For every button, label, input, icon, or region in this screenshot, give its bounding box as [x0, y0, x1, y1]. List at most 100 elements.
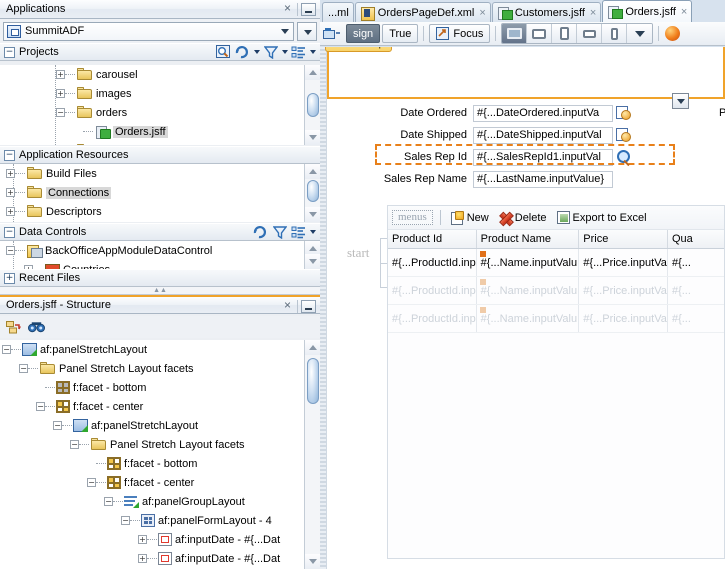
- structure-tree-row[interactable]: f:facet - bottom: [0, 454, 320, 473]
- table-cell[interactable]: #{...ProductId.inp...: [388, 305, 477, 332]
- form-field-input[interactable]: #{...LastName.inputValue}: [473, 171, 613, 188]
- table-row[interactable]: #{...ProductId.inp...#{...Name.inputValu…: [388, 305, 724, 333]
- tree-toggle[interactable]: +: [56, 89, 65, 98]
- minimize-icon[interactable]: [301, 3, 316, 16]
- panel-resize-handle[interactable]: ▲▲: [0, 287, 320, 295]
- device-tablet-portrait-icon[interactable]: [552, 24, 577, 43]
- structure-tree-row[interactable]: −af:panelGroupLayout: [0, 492, 320, 511]
- structure-tree-row[interactable]: +af:inputDate - #{...Dat: [0, 549, 320, 568]
- editor-tab[interactable]: Orders.jsff×: [602, 0, 692, 22]
- structure-tree-row[interactable]: −f:facet - center: [0, 473, 320, 492]
- tree-toggle[interactable]: −: [36, 402, 45, 411]
- tree-toggle[interactable]: −: [87, 478, 96, 487]
- facet-top-region[interactable]: [327, 47, 725, 99]
- refresh-icon[interactable]: [252, 225, 269, 240]
- table-body[interactable]: #{...ProductId.inp...#{...Name.inputValu…: [388, 249, 724, 333]
- app-resources-tree-row[interactable]: +Build Files: [0, 164, 320, 183]
- table-column-header[interactable]: Qua: [668, 230, 724, 248]
- table-cell[interactable]: #{...Name.inputValu: [477, 249, 580, 276]
- tree-toggle[interactable]: +: [138, 554, 147, 563]
- products-table[interactable]: menus New Delete Export to Excel: [387, 205, 725, 559]
- projects-scrollbar[interactable]: [304, 65, 320, 145]
- tree-toggle[interactable]: −: [19, 364, 28, 373]
- editor-tab[interactable]: OrdersPageDef.xml×: [355, 2, 491, 22]
- scroll-down-arrow[interactable]: [305, 130, 320, 145]
- tree-toggle[interactable]: −: [6, 246, 15, 255]
- editor-tab-strip[interactable]: ...mlOrdersPageDef.xml×Customers.jsff×Or…: [320, 0, 725, 22]
- structure-tree-row[interactable]: −af:panelStretchLayout: [0, 416, 320, 435]
- projects-tree-row[interactable]: +images: [0, 84, 320, 103]
- structure-tree-row[interactable]: f:facet - bottom: [0, 378, 320, 397]
- tree-toggle[interactable]: +: [6, 169, 15, 178]
- design-tab-button[interactable]: sign: [346, 24, 380, 43]
- table-row[interactable]: #{...ProductId.inp...#{...Name.inputValu…: [388, 277, 724, 305]
- menus-facet-chip[interactable]: menus: [392, 210, 433, 225]
- minimize-icon[interactable]: [301, 300, 316, 313]
- tree-toggle[interactable]: −: [70, 440, 79, 449]
- projects-tree-row[interactable]: Orders.jsff: [0, 122, 320, 141]
- projects-tree[interactable]: +carousel+images−ordersOrders.jsff+WEB-I…: [0, 65, 320, 145]
- true-button[interactable]: True: [382, 24, 418, 43]
- table-cell[interactable]: #{...ProductId.inp...: [388, 249, 477, 276]
- tree-toggle[interactable]: +: [138, 535, 147, 544]
- tree-toggle[interactable]: +: [56, 70, 65, 79]
- data-controls-tree-row[interactable]: −BackOfficeAppModuleDataControl: [0, 241, 320, 260]
- tree-toggle[interactable]: +: [6, 188, 15, 197]
- app-resources-tree[interactable]: +Build Files+Connections+Descriptors: [0, 164, 320, 222]
- search-lov-icon[interactable]: [616, 150, 631, 164]
- table-cell[interactable]: #{...Name.inputValu: [477, 277, 580, 304]
- find-icon[interactable]: [28, 320, 45, 335]
- structure-tree-row[interactable]: −Panel Stretch Layout facets: [0, 359, 320, 378]
- scroll-down-arrow[interactable]: [305, 207, 320, 222]
- view-options-icon[interactable]: [290, 45, 307, 60]
- table-row[interactable]: #{...ProductId.inp...#{...Name.inputValu…: [388, 249, 724, 277]
- date-picker-icon[interactable]: [616, 128, 631, 142]
- scroll-thumb[interactable]: [307, 358, 319, 404]
- projects-tree-row[interactable]: +WEB-INF: [0, 141, 320, 145]
- device-phone-landscape-icon[interactable]: [577, 24, 602, 43]
- structure-tree[interactable]: −af:panelStretchLayout−Panel Stretch Lay…: [0, 340, 320, 569]
- table-cell[interactable]: #{...: [668, 277, 724, 304]
- tree-toggle[interactable]: −: [56, 108, 65, 117]
- projects-tree-row[interactable]: −orders: [0, 103, 320, 122]
- structure-tree-row[interactable]: +af:inputDate - #{...Dat: [0, 530, 320, 549]
- app-resources-tree-row[interactable]: +Connections: [0, 183, 320, 202]
- editor-tab[interactable]: ...ml: [322, 2, 354, 22]
- form-row[interactable]: Sales Rep Id#{...SalesRepId1.inputVal: [381, 146, 725, 168]
- tree-toggle[interactable]: −: [2, 345, 11, 354]
- app-resources-tree-row[interactable]: +Descriptors: [0, 202, 320, 221]
- close-icon[interactable]: ×: [281, 299, 294, 312]
- table-cell[interactable]: #{...Price.inputVal...: [579, 277, 668, 304]
- projects-section-header[interactable]: − Projects: [0, 43, 320, 61]
- source-design-toggle-icon[interactable]: [322, 26, 344, 41]
- scroll-up-arrow[interactable]: [305, 164, 320, 179]
- device-desktop-icon[interactable]: [502, 24, 527, 43]
- chevron-down-icon[interactable]: [672, 93, 689, 109]
- data-controls-collapse-toggle[interactable]: −: [4, 227, 15, 238]
- scroll-thumb[interactable]: [307, 93, 319, 117]
- tree-toggle[interactable]: −: [121, 516, 130, 525]
- projects-collapse-toggle[interactable]: −: [4, 47, 15, 58]
- tree-toggle[interactable]: −: [104, 497, 113, 506]
- structure-tree-row[interactable]: −f:facet - center: [0, 397, 320, 416]
- filter-dropdown-icon[interactable]: [282, 50, 288, 54]
- date-picker-icon[interactable]: [616, 106, 631, 120]
- close-icon[interactable]: ×: [479, 7, 485, 19]
- application-menu-button[interactable]: [297, 22, 317, 41]
- structure-tree-row[interactable]: −Panel Stretch Layout facets: [0, 435, 320, 454]
- form-row[interactable]: Sales Rep Name#{...LastName.inputValue}: [381, 168, 725, 190]
- app-resources-scrollbar[interactable]: [304, 164, 320, 222]
- scroll-thumb[interactable]: [307, 180, 319, 202]
- projects-tree-row[interactable]: +carousel: [0, 65, 320, 84]
- search-projects-icon[interactable]: [215, 45, 232, 60]
- new-button[interactable]: New: [448, 211, 492, 224]
- close-icon[interactable]: ×: [590, 7, 596, 19]
- scroll-down-arrow[interactable]: [305, 254, 320, 269]
- data-controls-scrollbar[interactable]: [304, 241, 320, 269]
- scroll-down-arrow[interactable]: [305, 554, 320, 569]
- form-field-input[interactable]: #{...DateShipped.inputVal: [473, 127, 613, 144]
- data-controls-section-header[interactable]: − Data Controls: [0, 223, 320, 241]
- view-options-dropdown-icon[interactable]: [310, 230, 316, 234]
- structure-tree-row[interactable]: −af:panelStretchLayout: [0, 340, 320, 359]
- view-options-icon[interactable]: [290, 225, 307, 240]
